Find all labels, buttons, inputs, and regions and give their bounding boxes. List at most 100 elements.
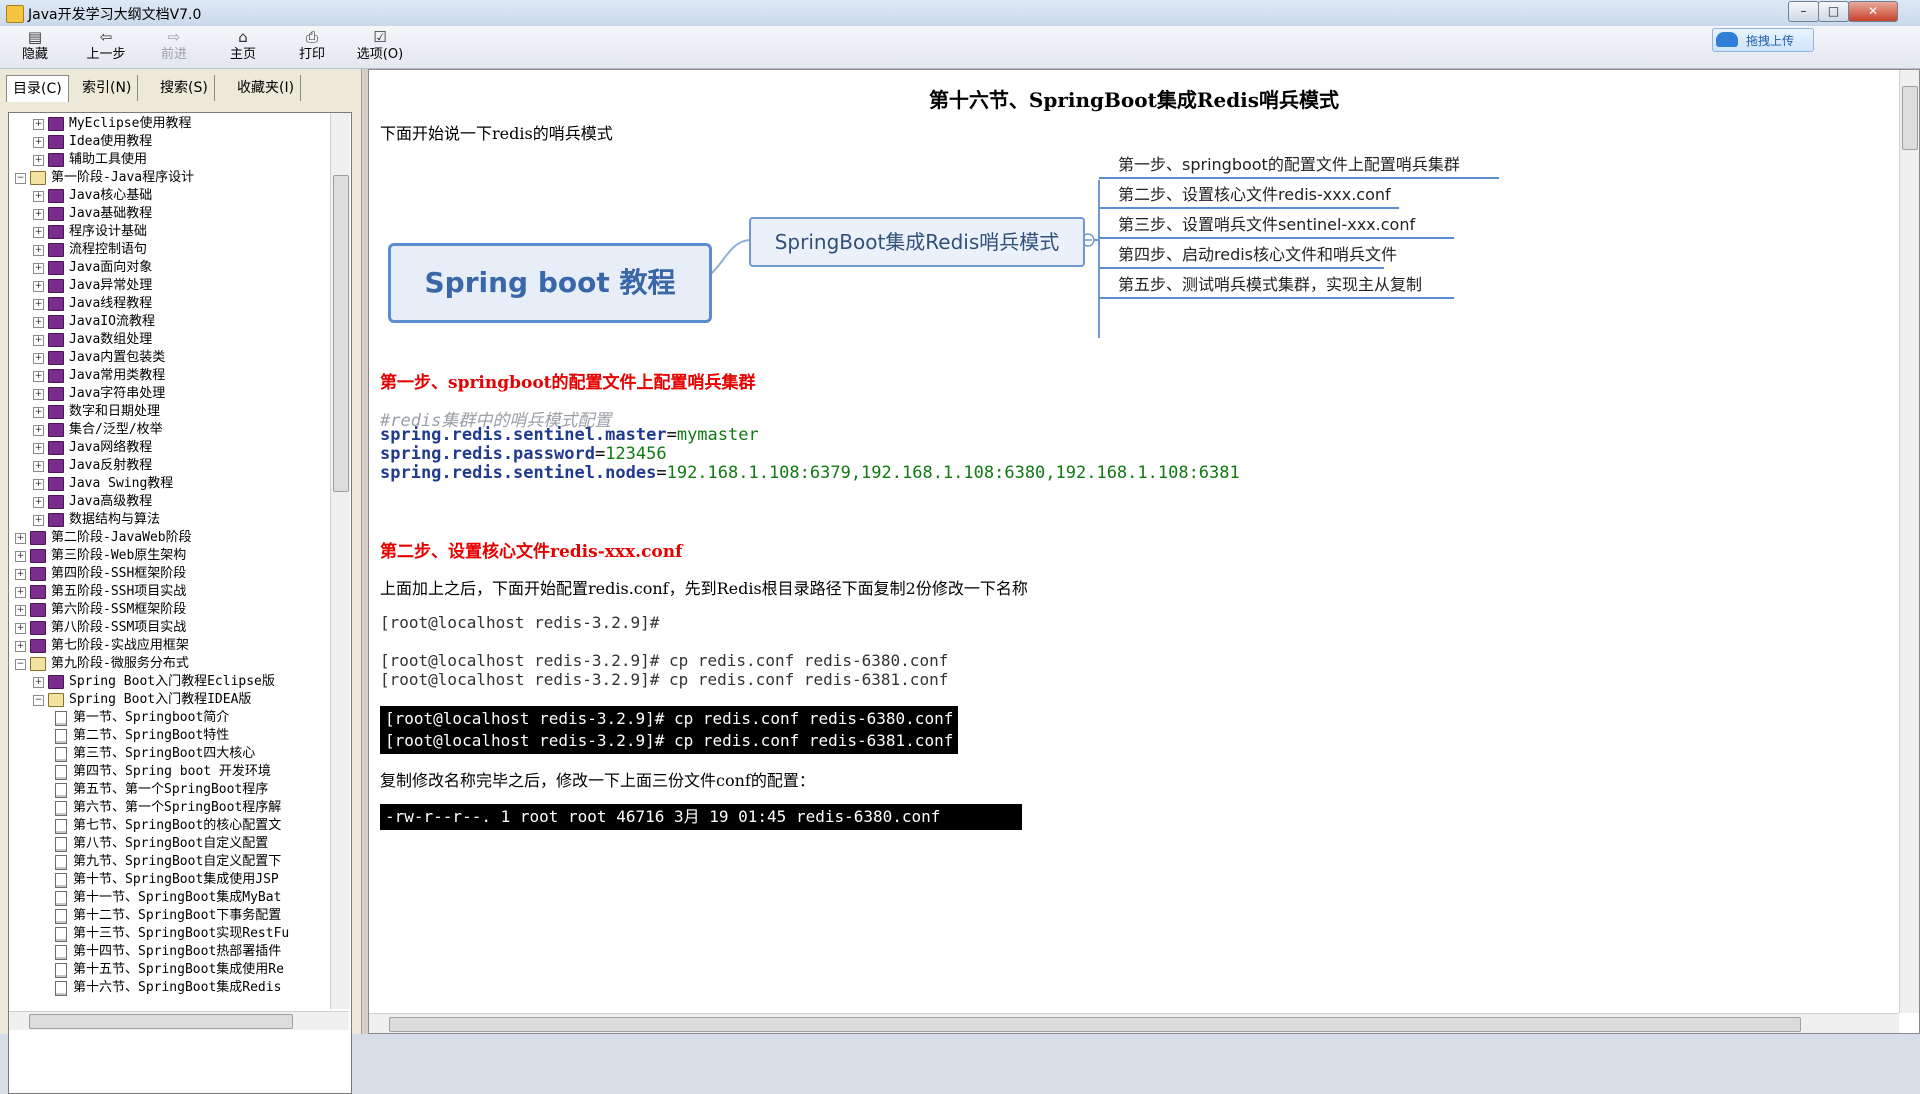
toc-horizontal-scrollbar[interactable] [9, 1011, 349, 1030]
toc-item[interactable]: + 辅助工具使用 [33, 151, 147, 169]
toc-vertical-scrollbar[interactable] [330, 113, 350, 1009]
expand-icon[interactable]: + [33, 334, 44, 346]
content-hscroll-thumb[interactable] [389, 1017, 1801, 1032]
toc-item[interactable]: 第十一节、SpringBoot集成MyBat [55, 889, 281, 907]
toc-item[interactable]: + JavaIO流教程 [33, 313, 155, 331]
expand-icon[interactable]: + [33, 676, 44, 688]
collapse-icon[interactable]: − [15, 658, 26, 670]
toc-item[interactable]: + Java异常处理 [33, 277, 152, 295]
toc-item[interactable]: + Spring Boot入门教程Eclipse版 [33, 673, 275, 691]
expand-icon[interactable]: + [33, 136, 44, 148]
content-scroll-thumb[interactable] [1902, 86, 1918, 150]
toc-item[interactable]: 第四节、Spring boot 开发环境 [55, 763, 271, 781]
expand-icon[interactable]: + [15, 622, 26, 634]
toc-item[interactable]: 第六节、第一个SpringBoot程序解 [55, 799, 281, 817]
toc-item[interactable]: + 集合/泛型/枚举 [33, 421, 163, 439]
toc-item[interactable]: + Java核心基础 [33, 187, 152, 205]
expand-icon[interactable]: + [33, 208, 44, 220]
expand-icon[interactable]: + [33, 388, 44, 400]
toc-item[interactable]: + Java高级教程 [33, 493, 152, 511]
expand-icon[interactable]: + [33, 478, 44, 490]
toc-item[interactable]: + 程序设计基础 [33, 223, 147, 241]
toc-item[interactable]: + Java数组处理 [33, 331, 152, 349]
toc-item[interactable]: 第五节、第一个SpringBoot程序 [55, 781, 268, 799]
hide-button[interactable]: ▤ 隐藏 [14, 28, 56, 66]
toc-item[interactable]: − 第一阶段-Java程序设计 [15, 169, 194, 187]
expand-icon[interactable]: + [33, 460, 44, 472]
expand-icon[interactable]: + [33, 190, 44, 202]
toc-item[interactable]: + 第七阶段-实战应用框架 [15, 637, 189, 655]
toc-item[interactable]: 第二节、SpringBoot特性 [55, 727, 229, 745]
toc-item[interactable]: + Java字符串处理 [33, 385, 165, 403]
toc-item[interactable]: + Java常用类教程 [33, 367, 165, 385]
expand-icon[interactable]: + [33, 352, 44, 364]
toc-item[interactable]: + MyEclipse使用教程 [33, 115, 191, 133]
toc-item[interactable]: + Java内置包装类 [33, 349, 165, 367]
tab-index[interactable]: 索引(N) [76, 75, 139, 101]
toc-item[interactable]: 第七节、SpringBoot的核心配置文 [55, 817, 281, 835]
back-button[interactable]: ⇦ 上一步 [80, 28, 132, 66]
expand-icon[interactable]: + [33, 244, 44, 256]
toc-item[interactable]: + 数据结构与算法 [33, 511, 160, 529]
expand-icon[interactable]: + [33, 280, 44, 292]
toc-item[interactable]: 第八节、SpringBoot自定义配置 [55, 835, 268, 853]
toc-scroll-thumb[interactable] [333, 175, 349, 492]
expand-icon[interactable]: + [15, 550, 26, 562]
toc-item[interactable]: 第十六节、SpringBoot集成Redis [55, 979, 281, 997]
toc-item[interactable]: + Java面向对象 [33, 259, 152, 277]
expand-icon[interactable]: + [15, 640, 26, 652]
toc-item[interactable]: − 第九阶段-微服务分布式 [15, 655, 189, 673]
expand-icon[interactable]: + [33, 442, 44, 454]
toc-item[interactable]: 第十三节、SpringBoot实现RestFu [55, 925, 289, 943]
toc-item[interactable]: + Java Swing教程 [33, 475, 173, 493]
toc-item[interactable]: + 第四阶段-SSH框架阶段 [15, 565, 186, 583]
toc-item[interactable]: 第十四节、SpringBoot热部署插件 [55, 943, 281, 961]
toc-item[interactable]: + 第六阶段-SSM框架阶段 [15, 601, 186, 619]
options-button[interactable]: ☑ 选项(O) [352, 28, 408, 66]
toc-item[interactable]: + 第二阶段-JavaWeb阶段 [15, 529, 192, 547]
expand-icon[interactable]: + [33, 370, 44, 382]
toc-item[interactable]: + 数字和日期处理 [33, 403, 160, 421]
minimize-button[interactable]: – [1788, 1, 1819, 22]
toc-item[interactable]: + Java线程教程 [33, 295, 152, 313]
expand-icon[interactable]: + [33, 226, 44, 238]
toc-item[interactable]: + Java基础教程 [33, 205, 152, 223]
expand-icon[interactable]: + [33, 118, 44, 130]
content-vertical-scrollbar[interactable] [1899, 70, 1919, 1013]
collapse-icon[interactable]: − [15, 172, 26, 184]
expand-icon[interactable]: + [33, 298, 44, 310]
tab-search[interactable]: 搜索(S) [154, 75, 215, 101]
toc-item[interactable]: + 第八阶段-SSM项目实战 [15, 619, 186, 637]
toc-item[interactable]: 第十五节、SpringBoot集成使用Re [55, 961, 284, 979]
toc-item[interactable]: 第一节、Springboot简介 [55, 709, 229, 727]
expand-icon[interactable]: + [15, 604, 26, 616]
expand-icon[interactable]: + [33, 496, 44, 508]
toc-item[interactable]: + Java反射教程 [33, 457, 152, 475]
expand-icon[interactable]: + [15, 586, 26, 598]
maximize-button[interactable]: □ [1818, 1, 1849, 22]
toc-item[interactable]: 第九节、SpringBoot自定义配置下 [55, 853, 281, 871]
expand-icon[interactable]: + [33, 316, 44, 328]
close-button[interactable]: ✕ [1848, 1, 1898, 22]
content-horizontal-scrollbar[interactable] [369, 1013, 1899, 1033]
expand-icon[interactable]: + [33, 406, 44, 418]
expand-icon[interactable]: + [33, 514, 44, 526]
home-button[interactable]: ⌂ 主页 [222, 28, 264, 66]
toc-hscroll-thumb[interactable] [29, 1014, 293, 1029]
collapse-icon[interactable]: − [33, 694, 44, 706]
toc-item[interactable]: − Spring Boot入门教程IDEA版 [33, 691, 251, 709]
upload-button[interactable]: 拖拽上传 [1712, 28, 1814, 52]
toc-item[interactable]: + 第三阶段-Web原生架构 [15, 547, 186, 565]
toc-item[interactable]: + Java网络教程 [33, 439, 152, 457]
tab-contents[interactable]: 目录(C) [6, 75, 69, 102]
toc-item[interactable]: + 流程控制语句 [33, 241, 147, 259]
expand-icon[interactable]: + [33, 424, 44, 436]
toc-item[interactable]: 第三节、SpringBoot四大核心 [55, 745, 255, 763]
expand-icon[interactable]: + [33, 154, 44, 166]
expand-icon[interactable]: + [33, 262, 44, 274]
toc-item[interactable]: 第十节、SpringBoot集成使用JSP [55, 871, 279, 889]
expand-icon[interactable]: + [15, 532, 26, 544]
print-button[interactable]: ⎙ 打印 [291, 28, 333, 66]
tab-favorites[interactable]: 收藏夹(I) [231, 75, 302, 101]
toc-item[interactable]: 第十二节、SpringBoot下事务配置 [55, 907, 281, 925]
